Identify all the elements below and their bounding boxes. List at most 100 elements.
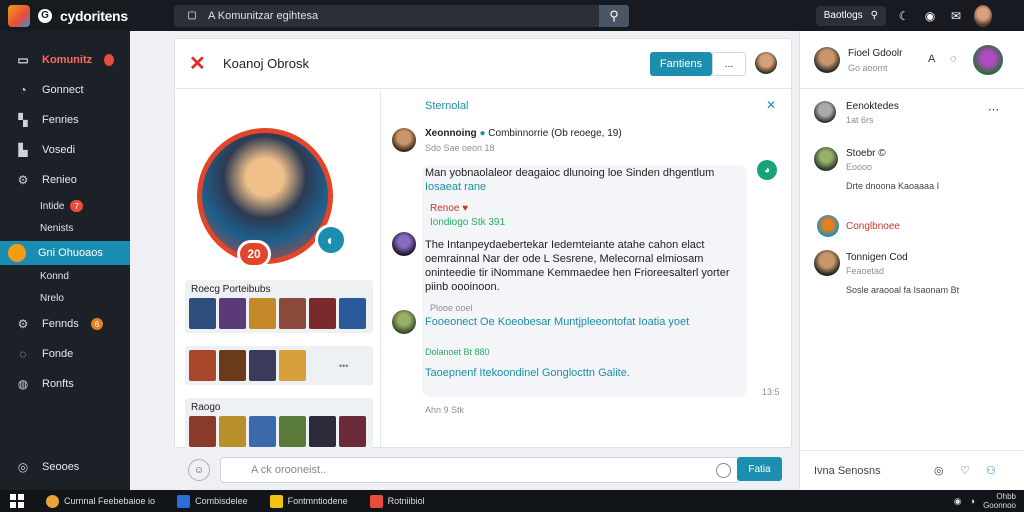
contact-avatar[interactable] <box>814 147 838 171</box>
close-icon[interactable]: ✕ <box>766 98 776 112</box>
gallery-thumb[interactable] <box>279 416 306 447</box>
author-avatar[interactable] <box>392 128 416 152</box>
close-logo-icon[interactable]: ✕ <box>189 51 213 76</box>
taskbar-app[interactable]: Fontmntiodene <box>269 494 348 508</box>
thread-column: Sternolal ✕ Xeonnoing ● Combinnorrie (Ob… <box>382 90 792 448</box>
emoji-icon[interactable]: ◎ <box>934 464 944 477</box>
gallery-thumb[interactable] <box>279 298 306 329</box>
sidebar-item-renieo[interactable]: ⚙ Renieo <box>0 165 130 195</box>
count-badge: 7 <box>70 200 83 212</box>
taskbar-app[interactable]: Combisdelee <box>177 494 248 508</box>
gallery-thumb[interactable] <box>309 298 336 329</box>
sidebar-subitem-intide[interactable]: Intide 7 <box>0 195 130 217</box>
gallery-thumb[interactable] <box>249 350 276 381</box>
sidebar-item-ronfts[interactable]: ◍ Ronfts <box>0 369 130 399</box>
gallery-thumb[interactable] <box>249 298 276 329</box>
gallery-thumb[interactable] <box>219 350 246 381</box>
sidebar-item-fonde[interactable]: ◌ Fonde <box>0 339 130 369</box>
heart-icon[interactable]: ♡ <box>960 464 970 477</box>
taskbar-app[interactable]: Rotniibiol <box>369 494 425 508</box>
gallery-thumb[interactable] <box>249 416 276 447</box>
more-icon[interactable]: ◌ <box>950 53 957 65</box>
sidebar-item-label: Intide <box>40 200 65 212</box>
network-icon[interactable]: ◉ <box>954 496 962 507</box>
sidebar-item-fennds[interactable]: ⚙ Fennds 6 <box>0 309 130 339</box>
reply-avatar[interactable] <box>392 310 416 334</box>
volume-icon[interactable]: ◑ <box>970 496 975 506</box>
rp-footer: Ivna Senosns ◎ ♡ ⚇ <box>800 450 1024 490</box>
gallery-thumb[interactable] <box>189 298 216 329</box>
clock[interactable]: Ohbb Goonnoo <box>983 492 1016 510</box>
sidebar-item-active[interactable]: Gni Ohuoaos <box>0 241 130 265</box>
clock-date: Goonnoo <box>983 501 1016 510</box>
moon-icon[interactable]: ☾ <box>896 9 912 23</box>
contact-avatar[interactable] <box>814 101 836 123</box>
rp-footer-label[interactable]: Ivna Senosns <box>814 465 881 477</box>
gallery-thumb[interactable] <box>309 416 336 447</box>
profile-column: 20 ◐ Roecg Porteibubs ••• Raogo <box>175 90 381 451</box>
taskbar-app-label: Curnnal Feebebaioe io <box>64 496 156 506</box>
gallery-thumb[interactable] <box>189 350 216 381</box>
search-button[interactable]: ⚲ <box>599 4 629 27</box>
camera-icon[interactable]: ◐ <box>315 224 347 256</box>
emoji-icon[interactable] <box>716 463 731 478</box>
sidebar-subitem-konnd[interactable]: Konnd <box>0 265 130 287</box>
contact-avatar[interactable] <box>817 215 839 237</box>
group-icon[interactable]: ⚇ <box>986 464 996 477</box>
gallery-thumb[interactable] <box>339 298 366 329</box>
message-body-4: Taoepnenf Itekoondinel Gonglocttn Galite… <box>425 367 630 379</box>
sidebar-item-label: Renieo <box>42 174 77 186</box>
chat-icon: ◌ <box>19 347 27 361</box>
attach-icon[interactable]: ☺ <box>188 459 210 481</box>
taskbar-app[interactable]: Curnnal Feebebaioe io <box>46 494 156 508</box>
gallery-3: Raogo <box>185 398 373 451</box>
sidebar-subitem-nrelo[interactable]: Nrelo <box>0 287 130 309</box>
avatar[interactable] <box>973 45 1003 75</box>
mail-icon[interactable]: ✉ <box>948 9 964 23</box>
message-input[interactable]: A ck orooneist.. <box>220 457 740 483</box>
contact-sub: Feaoetad <box>846 266 885 276</box>
sidebar-item-label: Nrelo <box>40 292 64 304</box>
sidebar-item-komunitz[interactable]: ▭ Komunitz <box>0 45 130 75</box>
count-badge: 6 <box>90 318 104 330</box>
verified-icon: ● <box>479 128 486 139</box>
start-icon[interactable] <box>10 494 24 508</box>
sidebar-item-gonnect[interactable]: ◔ Gonnect <box>0 75 130 105</box>
author-meta: Sdo Sae oeon 18 <box>425 143 495 153</box>
sidebar-item-settings[interactable]: ◎ Seooes <box>0 452 80 482</box>
app-logo[interactable]: G cydoritens <box>0 4 172 27</box>
avatar[interactable] <box>755 52 777 74</box>
sidebar-item-vosedi[interactable]: ▙ Vosedi <box>0 135 130 165</box>
logo-icon <box>8 4 30 27</box>
sidebar-item-fenries[interactable]: ▚ Fenries <box>0 105 130 135</box>
gallery-thumb[interactable] <box>219 416 246 447</box>
reply-tags: Iondiogo Stk 391 <box>430 217 506 228</box>
reply-avatar[interactable] <box>392 232 416 256</box>
message-text: Man yobnaolaleor deagaioc dlunoing loe S… <box>425 167 715 179</box>
search-bar[interactable]: ▢ A Komunitzar egihtesa ⚲ <box>174 4 629 27</box>
app-name: cydoritens <box>60 7 128 24</box>
more-icon[interactable]: ⋯ <box>988 103 999 116</box>
contact-avatar[interactable] <box>814 250 840 276</box>
top-pill-button[interactable]: Baotlogs ⚲ <box>815 5 886 26</box>
share-icon[interactable]: ◕ <box>757 160 777 180</box>
user-avatar[interactable] <box>974 4 992 27</box>
contact-name: Tonnigen Cod <box>846 252 908 263</box>
level-badge: 20 <box>237 240 271 268</box>
send-button[interactable]: Fatia <box>737 457 782 481</box>
rp-header: Fioel Gdoolr Go aoomt A ◌ <box>800 31 1024 89</box>
gallery-thumb[interactable] <box>219 298 246 329</box>
font-icon[interactable]: A <box>928 53 935 65</box>
primary-button[interactable]: Fantiens <box>650 52 712 76</box>
chat-icon[interactable]: ◉ <box>922 9 938 23</box>
avatar[interactable] <box>814 47 840 73</box>
notification-dot <box>104 54 115 66</box>
gallery-thumb[interactable] <box>279 350 306 381</box>
gallery-thumb[interactable] <box>189 416 216 447</box>
author-label: Xeonnoing <box>425 128 477 139</box>
more-button[interactable]: ... <box>712 52 746 76</box>
browser-icon <box>46 494 59 508</box>
more-dots[interactable]: ••• <box>339 361 348 371</box>
sidebar-subitem-nenists[interactable]: Nenists <box>0 217 130 239</box>
gallery-thumb[interactable] <box>339 416 366 447</box>
